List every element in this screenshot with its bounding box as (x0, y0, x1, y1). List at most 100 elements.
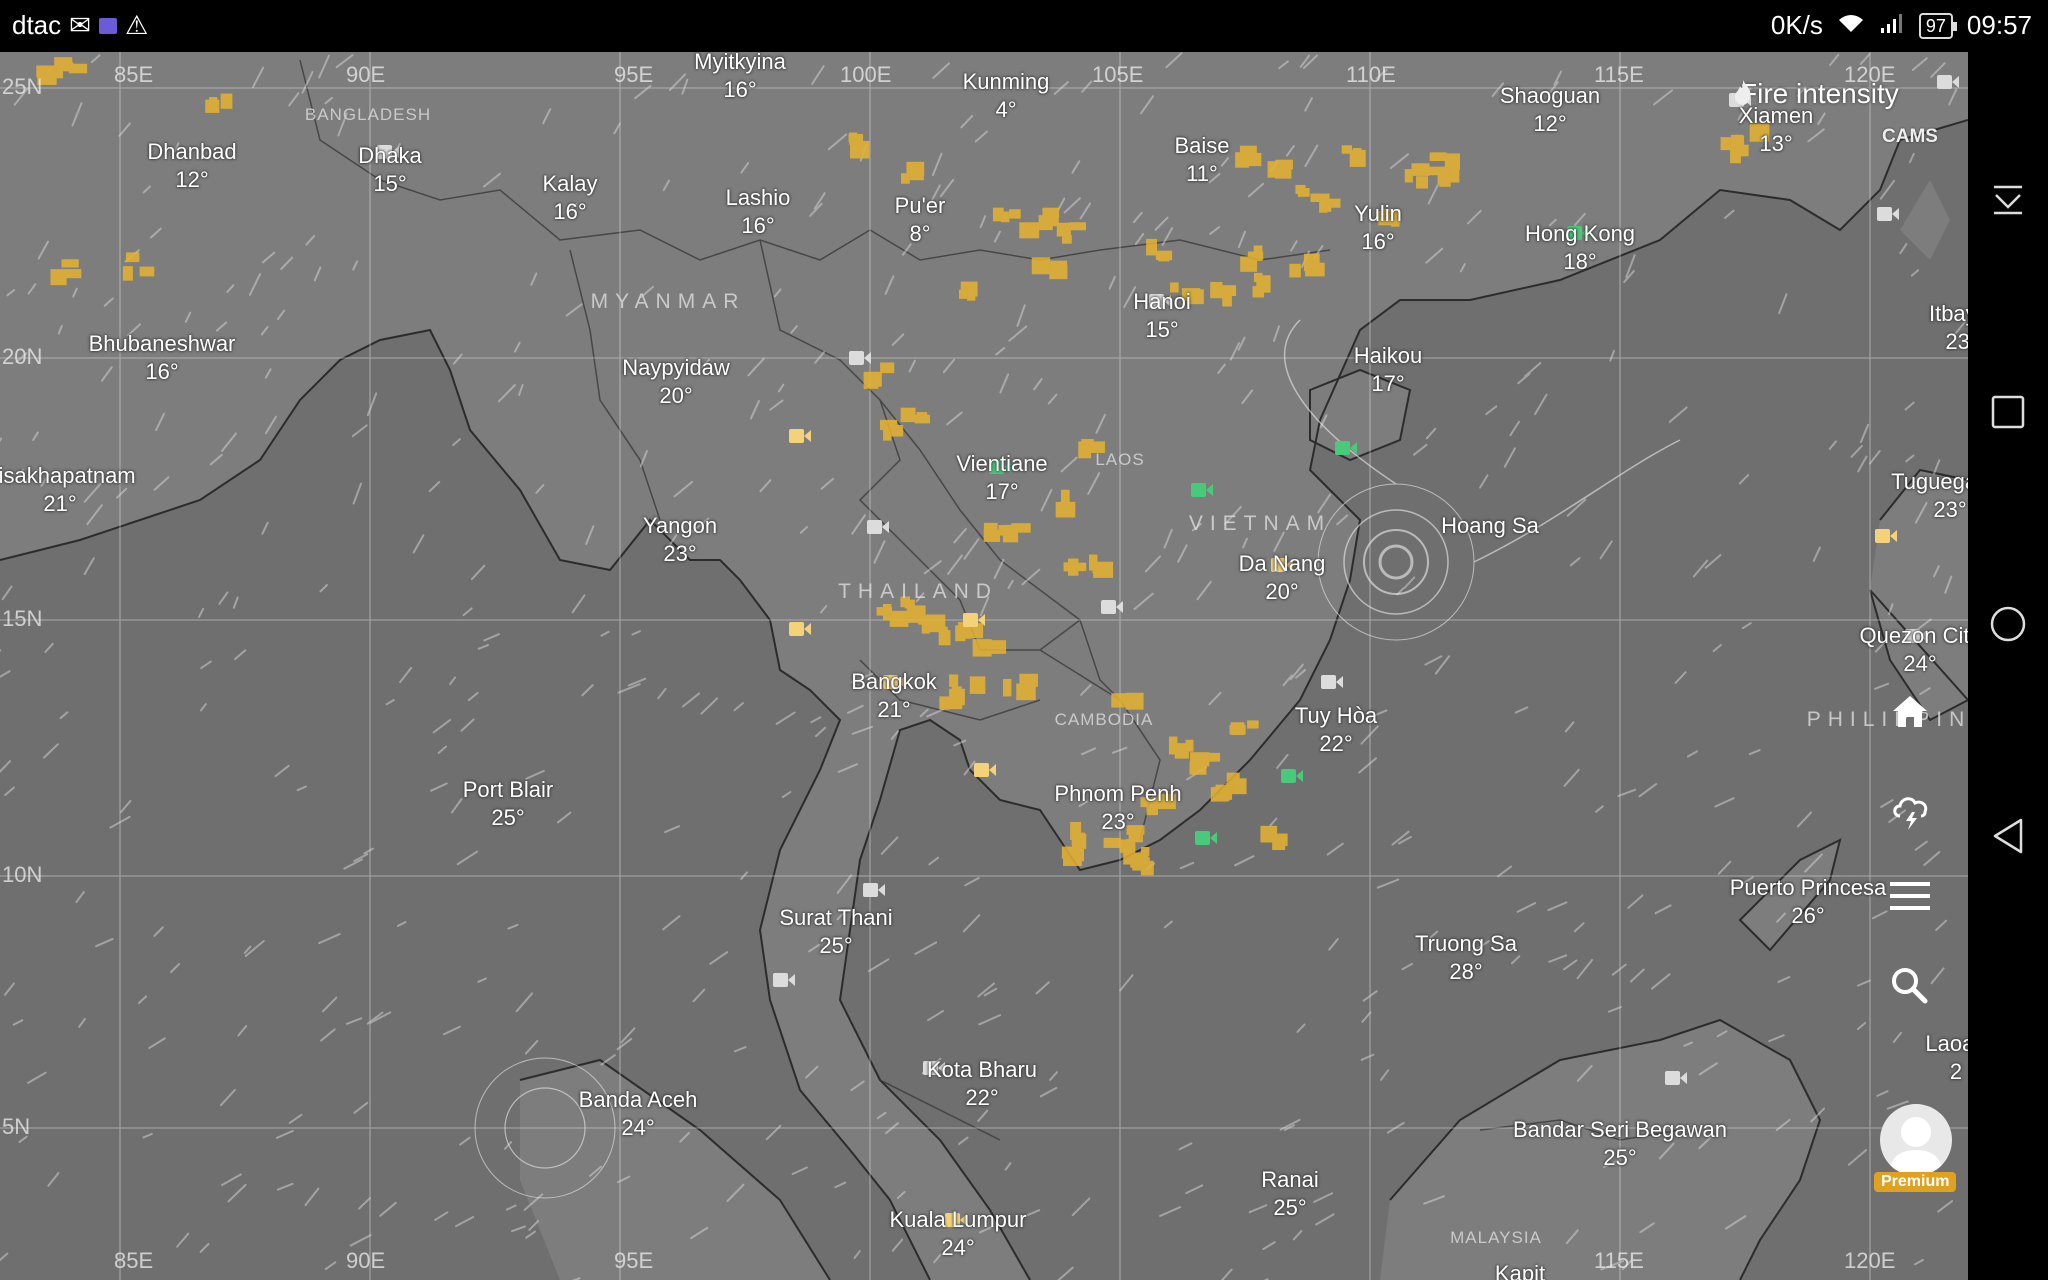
city-label[interactable]: Vientiane 17° (956, 450, 1047, 506)
clock: 09:57 (1966, 10, 2032, 40)
lat-label: 20N (2, 344, 43, 369)
search-button[interactable] (1890, 966, 1946, 1022)
fire-pixel (1068, 222, 1087, 231)
lon-label: 90E (346, 62, 386, 87)
fire-pixel (880, 362, 895, 374)
city-label[interactable]: Puerto Princesa 26° (1730, 874, 1887, 930)
layer-title-text: Fire intensity (1740, 78, 1899, 109)
home-nav-button[interactable] (1968, 586, 2048, 666)
city-temp: 21° (877, 697, 911, 722)
city-label[interactable]: Kuala Lumpur 24° (890, 1206, 1027, 1262)
layer-title[interactable]: Fire intensity (1732, 78, 1899, 110)
city-label[interactable]: Quezon City 24° (1859, 622, 1968, 678)
fire-pixel (122, 266, 133, 281)
city-label[interactable]: Itbayat 23° (1929, 300, 1968, 356)
city-name: Banda Aceh (578, 1087, 698, 1112)
city-label[interactable]: Myitkyina 16° (694, 52, 786, 104)
city-label[interactable]: Kapit (1495, 1260, 1545, 1280)
city-label[interactable]: Port Blair 25° (463, 776, 553, 832)
fire-pixel (1189, 761, 1207, 775)
city-label[interactable]: Hoang Sa (1441, 512, 1539, 540)
city-temp: 25° (491, 805, 525, 830)
avatar[interactable] (1880, 1104, 1952, 1176)
fire-pixel (1056, 503, 1070, 514)
city-label[interactable]: Yulin 16° (1354, 200, 1402, 256)
fire-pixel (901, 173, 910, 184)
city-label[interactable]: Kota Bharu 22° (927, 1056, 1037, 1112)
city-label[interactable]: Da Nang 20° (1239, 550, 1326, 606)
city-name: Kunming (962, 69, 1050, 94)
city-name: Hoang Sa (1441, 513, 1539, 538)
lon-label-bottom: 90E (346, 1248, 386, 1273)
back-button[interactable] (1968, 798, 2048, 878)
city-name: Lashio (725, 185, 791, 210)
city-temp: 16° (145, 359, 179, 384)
city-name: Pu'er (894, 193, 946, 218)
city-label[interactable]: Lashio 16° (726, 184, 791, 240)
city-label[interactable]: Phnom Penh 23° (1054, 780, 1181, 836)
city-label[interactable]: Dhaka 15° (358, 142, 422, 198)
city-label[interactable]: Yangon 23° (643, 512, 717, 568)
android-nav-bar (1968, 52, 2048, 1280)
city-label[interactable]: Bandar Seri Begawan 25° (1513, 1116, 1727, 1172)
fire-pixel (1272, 838, 1286, 851)
city-temp: 25° (1273, 1195, 1307, 1220)
city-label[interactable]: Truong Sa 28° (1415, 930, 1517, 986)
city-name: Truong Sa (1415, 931, 1517, 956)
city-name: Kalay (542, 171, 598, 196)
fire-pixel (1295, 184, 1306, 194)
home-button[interactable] (1890, 692, 1946, 748)
city-label[interactable]: Tuguegarao 23° (1891, 468, 1968, 524)
city-label[interactable]: Surat Thani 25° (779, 904, 892, 960)
circle-icon (1989, 605, 2027, 648)
city-label[interactable]: Shaoguan 12° (1500, 82, 1600, 138)
city-label[interactable]: Dhanbad 12° (147, 138, 236, 194)
city-temp: 24° (621, 1115, 655, 1140)
premium-badge[interactable]: Premium (1874, 1172, 1957, 1192)
fire-pixel (1289, 263, 1301, 278)
battery-indicator: 97 (1918, 12, 1957, 39)
fire-pixel (61, 269, 82, 279)
city-label[interactable]: Naypyidaw 20° (622, 354, 730, 410)
fire-pixel (1056, 222, 1071, 237)
fire-pixel (1042, 207, 1060, 219)
fire-pixel (1444, 153, 1460, 170)
network-speed: 0K/s (1770, 10, 1823, 40)
city-temp: 23° (1101, 809, 1135, 834)
city-label[interactable]: Hong Kong 18° (1525, 220, 1635, 276)
fire-pixel (1252, 286, 1265, 298)
city-label[interactable]: Ranai 25° (1261, 1166, 1318, 1222)
fire-pixel (1016, 683, 1036, 701)
weather-map[interactable]: 85E 90E 95E 100E 105E 110E 115E 120E 85E… (0, 52, 1968, 1280)
city-label[interactable]: Hanoi 15° (1133, 288, 1190, 344)
city-temp: 21° (43, 491, 77, 516)
city-label[interactable]: Visakhapatnam 21° (0, 462, 136, 518)
fire-pixel (949, 688, 965, 706)
city-label[interactable]: Xiamen 13° (1739, 102, 1814, 158)
fire-pixel (1026, 224, 1036, 234)
city-label[interactable]: Banda Aceh 24° (579, 1086, 698, 1142)
fire-pixel (967, 286, 976, 301)
city-label[interactable]: Kunming 4° (963, 68, 1050, 124)
country-label: BANGLADESH (304, 105, 432, 124)
city-temp: 22° (965, 1085, 999, 1110)
city-label[interactable]: Haikou 17° (1354, 342, 1422, 398)
city-name: Hong Kong (1524, 221, 1636, 246)
city-label[interactable]: Tuy Hòa 22° (1295, 702, 1377, 758)
notification-pull-button[interactable] (1968, 162, 2048, 242)
city-temp: 4° (995, 97, 1017, 122)
city-label[interactable]: Laoag 2 (1925, 1030, 1968, 1086)
menu-button[interactable] (1890, 880, 1946, 936)
city-temp: 16° (741, 213, 775, 238)
fire-pixel (1267, 161, 1285, 178)
recents-button[interactable] (1968, 374, 2048, 454)
weather-layer-button[interactable] (1890, 788, 1946, 844)
city-label[interactable]: Bhubaneshwar 16° (89, 330, 236, 386)
fire-pixel (969, 676, 986, 694)
city-label[interactable]: Bangkok 21° (851, 668, 937, 724)
city-label[interactable]: Baise 11° (1174, 132, 1229, 188)
city-label[interactable]: Pu'er 8° (895, 192, 946, 248)
city-temp: 8° (909, 221, 931, 246)
lon-label-bottom: 120E (1844, 1248, 1896, 1273)
city-label[interactable]: Kalay 16° (542, 170, 597, 226)
